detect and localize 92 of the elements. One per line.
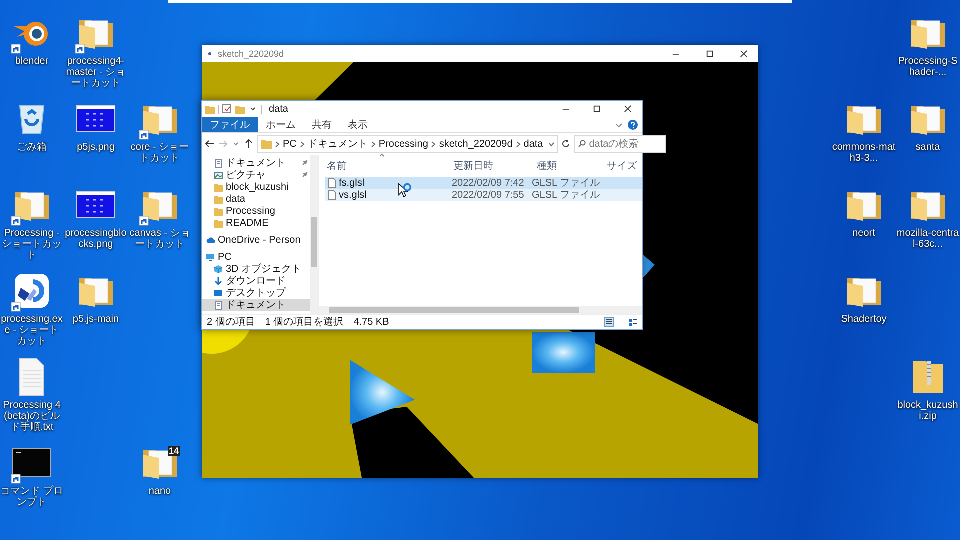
status-text: 4.75 KB	[354, 316, 390, 328]
nav-item[interactable]: OneDrive - Person	[202, 234, 310, 246]
nav-item[interactable]: ドキュメント	[202, 157, 310, 169]
up-arrow-icon[interactable]	[244, 139, 254, 149]
breadcrumb-link[interactable]: sketch_220209d	[439, 138, 513, 150]
icon-label[interactable]: processing.exe - ショートカット	[0, 314, 64, 347]
nav-item[interactable]: PC	[202, 251, 310, 263]
tiles-view-icon[interactable]	[628, 317, 638, 327]
file-name: vs.glsl	[339, 190, 367, 200]
breadcrumb-link[interactable]: data	[524, 138, 544, 150]
caret-icon[interactable]	[549, 140, 554, 148]
icon-label[interactable]: nano	[128, 486, 192, 497]
maximize-icon	[593, 105, 601, 113]
app-icon[interactable]	[12, 271, 52, 311]
folder-icon	[261, 139, 272, 149]
computer-icon	[206, 252, 215, 262]
window-title: data	[268, 104, 290, 114]
icon-label[interactable]: コマンド プロンプト	[0, 486, 64, 508]
maximize-icon	[706, 50, 714, 58]
cloud-icon	[206, 236, 215, 244]
chevron-icon	[300, 140, 305, 148]
cube-icon	[214, 264, 223, 274]
folder-icon	[205, 104, 215, 114]
nav-item[interactable]: data	[202, 193, 310, 205]
icon-label[interactable]: commons-math3-3...	[832, 142, 896, 164]
ribbon-tab[interactable]: 共有	[304, 117, 340, 132]
icon-label[interactable]: Processing - ショートカット	[0, 228, 64, 261]
window-title: sketch_220209d	[218, 48, 286, 58]
icon-label[interactable]: blender	[0, 56, 64, 67]
chevron-icon	[431, 140, 436, 148]
ribbon-tab[interactable]: ホーム	[258, 117, 304, 132]
window-icon	[208, 52, 212, 56]
icon-label[interactable]: processing4-master - ショートカット	[64, 56, 128, 89]
chevron-icon	[275, 140, 280, 148]
ribbon-tab[interactable]: 表示	[340, 117, 376, 132]
icon-label[interactable]: processingblocks.png	[64, 228, 128, 250]
document-icon	[214, 300, 223, 310]
icon-label[interactable]: neort	[832, 228, 896, 239]
icon-label[interactable]: canvas - ショートカット	[128, 228, 192, 250]
chevron-icon	[370, 140, 376, 148]
column-header[interactable]: 名前	[327, 161, 347, 172]
document-icon	[214, 158, 223, 168]
icon-label[interactable]: ごみ箱	[0, 142, 64, 153]
download-arrow-icon	[214, 276, 223, 286]
icon-label[interactable]: santa	[896, 142, 960, 153]
busy-cursor-icon	[398, 183, 412, 199]
nav-item[interactable]: ダウンロード	[202, 275, 310, 287]
icon-label[interactable]: p5.js-main	[64, 314, 128, 325]
close-icon	[740, 50, 748, 58]
icon-label[interactable]: block_kuzushi.zip	[896, 400, 960, 422]
table-cell-text: 2022/02/09 7:55	[451, 190, 526, 200]
icon-label[interactable]: mozilla-central-63c...	[896, 228, 960, 250]
icon-label[interactable]: p5js.png	[64, 142, 128, 153]
search-icon	[578, 140, 586, 148]
sort-caret-icon	[379, 153, 385, 157]
scrollbar[interactable]	[319, 306, 642, 314]
file-row[interactable]: fs.glsl 2022/02/09 7:42 GLSL ファイル	[325, 177, 642, 189]
nav-item[interactable]: README	[202, 217, 310, 229]
refresh-icon[interactable]	[561, 139, 572, 149]
desktop-icon	[214, 288, 223, 298]
table-cell-text: 2022/02/09 7:42	[451, 178, 526, 188]
details-view-icon[interactable]	[604, 317, 614, 327]
ribbon-tab[interactable]: ファイル	[202, 117, 258, 132]
nav-item[interactable]: 3D オブジェクト	[202, 263, 310, 275]
column-header[interactable]: 更新日時	[453, 161, 494, 172]
file-row[interactable]: vs.glsl 2022/02/09 7:55 GLSL ファイル	[325, 189, 642, 201]
nav-item[interactable]: Processing	[202, 205, 310, 217]
nav-item[interactable]: ピクチャ	[202, 169, 310, 181]
column-header[interactable]: 種類	[537, 161, 557, 172]
icon-label[interactable]: Processing 4 (beta)のビルド手順.txt	[0, 400, 64, 433]
help-icon[interactable]	[628, 120, 638, 130]
chevron-icon	[516, 140, 521, 148]
breadcrumb-link[interactable]: PC	[283, 138, 297, 150]
file-name: fs.glsl	[339, 178, 365, 188]
scrollbar[interactable]	[310, 155, 318, 314]
status-text: 2 個の項目	[207, 316, 256, 329]
picture-icon	[214, 170, 223, 180]
nav-item[interactable]: block_kuzushi	[202, 181, 310, 193]
column-header[interactable]: サイズ	[607, 161, 638, 172]
breadcrumb-link[interactable]: ドキュメント	[308, 137, 368, 151]
nav-item[interactable]: ドキュメント	[202, 299, 310, 311]
nav-item[interactable]: デスクトップ	[202, 287, 310, 299]
breadcrumb-link[interactable]: Processing	[378, 138, 428, 150]
address-bar[interactable]: PC ドキュメント Processing sketch_220209d data	[257, 135, 558, 153]
icon-label[interactable]: Processing-Shader-...	[896, 56, 960, 78]
status-text: 1 個の項目を選択	[265, 316, 344, 329]
close-icon	[624, 105, 632, 113]
icon-label[interactable]: Shadertoy	[832, 314, 896, 325]
back-arrow-icon[interactable]	[205, 139, 215, 149]
version-badge: 14	[168, 446, 180, 456]
icon-label[interactable]: core - ショートカット	[128, 142, 192, 164]
search-field[interactable]: dataの検索	[574, 135, 666, 153]
